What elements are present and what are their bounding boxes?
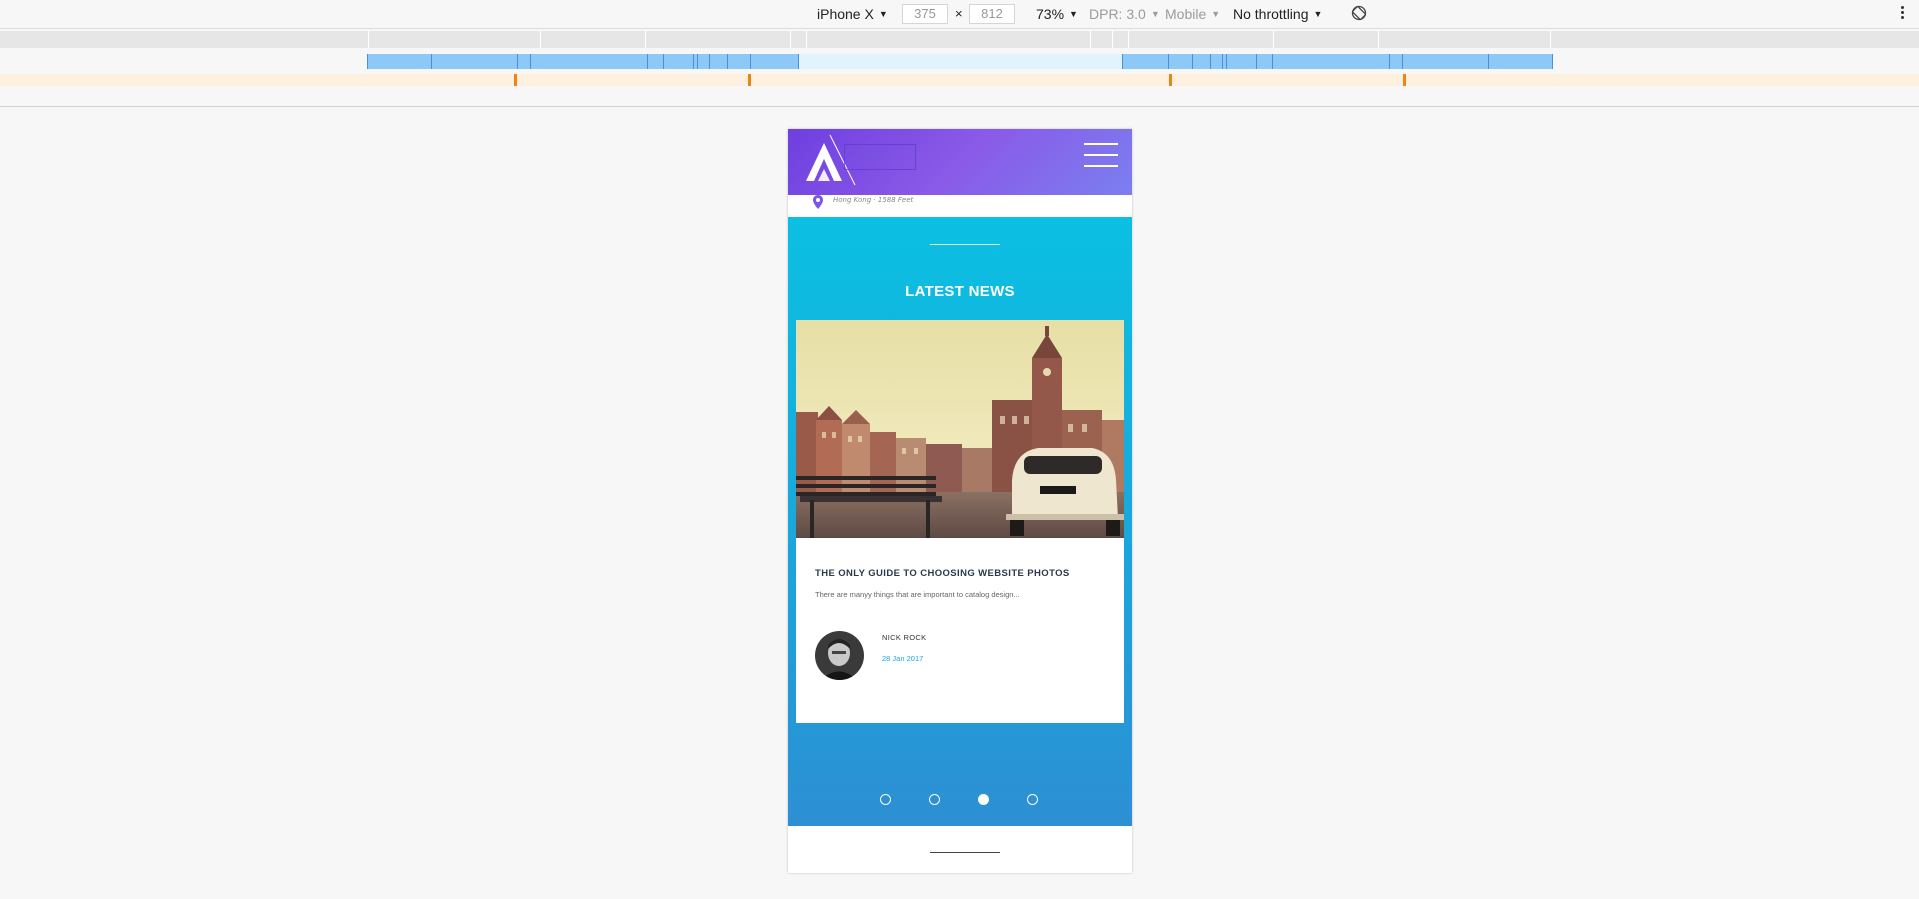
carousel-dots bbox=[880, 794, 1040, 808]
times-sign: × bbox=[955, 6, 963, 21]
location-pin-icon bbox=[813, 195, 823, 209]
rotate-icon[interactable] bbox=[1350, 4, 1368, 22]
toolbar-separator bbox=[0, 106, 1919, 107]
section-divider bbox=[930, 852, 1000, 853]
latest-news-section: LATEST NEWS THE ONLY GUIDE TO CHOOSING W… bbox=[788, 217, 1132, 826]
device-viewport: DETAILS Hong Kong · 1588 Feet LATEST NEW… bbox=[788, 129, 1132, 873]
device-select-label: iPhone X bbox=[817, 6, 874, 22]
caret-down-icon: ▼ bbox=[1313, 9, 1323, 19]
height-input[interactable]: 812 bbox=[969, 4, 1015, 24]
caret-down-icon: ▼ bbox=[878, 9, 888, 19]
caret-down-icon: ▼ bbox=[1150, 9, 1160, 19]
details-button[interactable]: DETAILS bbox=[844, 144, 916, 170]
throttling-select-label: No throttling bbox=[1233, 6, 1309, 22]
media-query-bar-min-max bbox=[0, 54, 1919, 69]
hamburger-icon[interactable] bbox=[1084, 143, 1118, 175]
caret-down-icon: ▼ bbox=[1211, 9, 1221, 19]
news-excerpt: There are manyy things that are importan… bbox=[815, 590, 1020, 599]
carousel-dot[interactable] bbox=[880, 794, 891, 805]
location-text: Hong Kong · 1588 Feet bbox=[833, 196, 914, 204]
device-select[interactable]: iPhone X ▼ bbox=[817, 6, 888, 22]
width-input[interactable]: 375 bbox=[902, 4, 948, 24]
news-card[interactable]: THE ONLY GUIDE TO CHOOSING WEBSITE PHOTO… bbox=[796, 320, 1124, 723]
news-headline[interactable]: THE ONLY GUIDE TO CHOOSING WEBSITE PHOTO… bbox=[815, 568, 1070, 579]
site-header: DETAILS bbox=[788, 129, 1132, 195]
news-photo[interactable] bbox=[796, 320, 1124, 538]
carousel-dot[interactable] bbox=[1027, 794, 1038, 805]
device-toolbar: iPhone X ▼ 375 × 812 73% ▼ DPR: 3.0 ▼ Mobil… bbox=[0, 0, 1919, 29]
caret-down-icon: ▼ bbox=[1069, 9, 1078, 19]
dpr-select-label: DPR: 3.0 bbox=[1089, 6, 1146, 22]
carousel-dot-active[interactable] bbox=[978, 794, 989, 805]
section-divider bbox=[930, 244, 1000, 245]
dpr-select[interactable]: DPR: 3.0 ▼ bbox=[1089, 6, 1160, 22]
zoom-select[interactable]: 73% ▼ bbox=[1036, 6, 1078, 22]
carousel-dot[interactable] bbox=[929, 794, 940, 805]
section-title: LATEST NEWS bbox=[905, 283, 1015, 300]
author-name[interactable]: NICK ROCK bbox=[882, 633, 926, 642]
throttling-select[interactable]: No throttling ▼ bbox=[1233, 6, 1322, 22]
zoom-select-label: 73% bbox=[1036, 6, 1065, 22]
mode-select[interactable]: Mobile ▼ bbox=[1165, 6, 1220, 22]
avatar bbox=[815, 631, 864, 680]
post-date: 28 Jan 2017 bbox=[882, 654, 924, 663]
location-row: Hong Kong · 1588 Feet bbox=[788, 195, 1132, 217]
media-query-bar-max-width bbox=[0, 31, 1919, 48]
more-vert-icon[interactable] bbox=[1901, 6, 1905, 22]
mode-select-label: Mobile bbox=[1165, 6, 1207, 22]
media-query-bar-min-width bbox=[0, 74, 1919, 86]
